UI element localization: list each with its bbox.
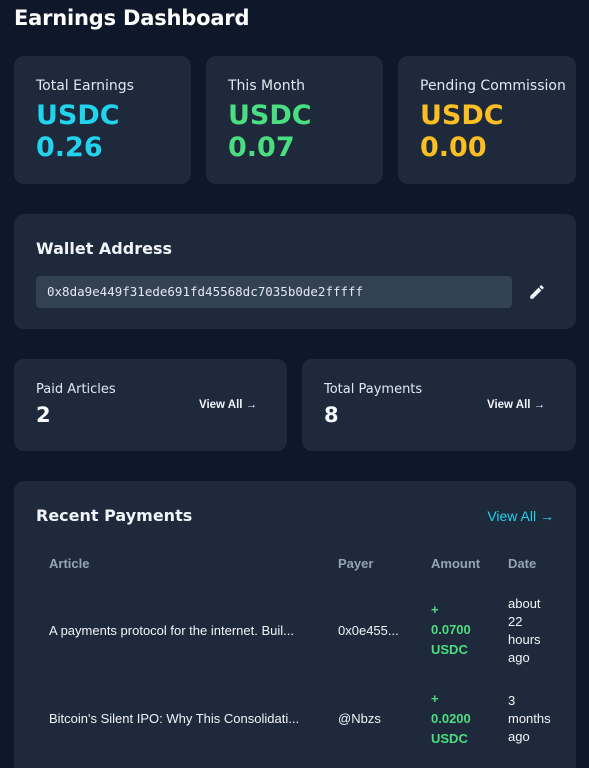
column-header-amount: Amount <box>431 556 481 571</box>
row-date-line: 3 <box>508 693 516 708</box>
stat-currency: USDC <box>36 100 120 131</box>
stat-amount: 0.07 <box>228 132 295 163</box>
total-payments-label: Total Payments <box>324 382 423 397</box>
row-date-line: ago <box>508 729 530 744</box>
total-payments-view-all-link[interactable]: View All → <box>487 399 545 411</box>
row-payer: 0x0e455... <box>338 623 399 638</box>
paid-articles-label: Paid Articles <box>36 382 116 397</box>
wallet-address-field[interactable]: 0x8da9e449f31ede691fd45568dc7035b0de2fff… <box>36 276 512 308</box>
stat-label: This Month <box>228 78 305 94</box>
row-amount-currency: USDC <box>431 731 468 746</box>
column-header-payer: Payer <box>338 556 374 571</box>
recent-payments-title: Recent Payments <box>36 506 193 525</box>
row-date: about 22 hours ago <box>508 595 541 667</box>
row-article-title[interactable]: Bitcoin's Silent IPO: Why This Consolida… <box>49 711 307 726</box>
row-amount-value: 0.0700 <box>431 622 471 637</box>
row-date-line: months <box>508 711 551 726</box>
wallet-card: Wallet Address 0x8da9e449f31ede691fd4556… <box>14 214 576 329</box>
column-header-date: Date <box>508 556 537 571</box>
row-payer: @Nbzs <box>338 711 381 726</box>
paid-articles-view-all-link[interactable]: View All → <box>199 399 257 411</box>
page-title: Earnings Dashboard <box>14 6 250 30</box>
stat-value: USDC 0.00 <box>420 100 504 164</box>
stat-currency: USDC <box>420 100 504 131</box>
row-date-line: about <box>508 596 541 611</box>
paid-articles-count: 2 <box>36 403 51 427</box>
total-payments-count: 8 <box>324 403 339 427</box>
row-date-line: ago <box>508 650 530 665</box>
row-amount-value: 0.0200 <box>431 711 471 726</box>
stat-amount: 0.00 <box>420 132 487 163</box>
total-payments-card: Total Payments 8 View All → <box>302 359 576 451</box>
row-amount: + 0.0200 USDC <box>431 689 471 749</box>
row-date: 3 months ago <box>508 692 551 746</box>
stat-card-total-earnings: Total Earnings USDC 0.26 <box>14 56 191 184</box>
row-amount-sign: + <box>431 602 439 617</box>
row-article-title[interactable]: A payments protocol for the internet. Bu… <box>49 623 307 638</box>
stat-value: USDC 0.26 <box>36 100 120 164</box>
stat-label: Pending Commission <box>420 78 566 94</box>
stat-amount: 0.26 <box>36 132 103 163</box>
stat-currency: USDC <box>228 100 312 131</box>
row-amount-currency: USDC <box>431 642 468 657</box>
recent-payments-card: Recent Payments View All → Article Payer… <box>14 481 576 768</box>
pencil-icon[interactable] <box>528 283 546 301</box>
stat-card-this-month: This Month USDC 0.07 <box>206 56 383 184</box>
stat-value: USDC 0.07 <box>228 100 312 164</box>
wallet-title: Wallet Address <box>36 239 172 258</box>
row-amount-sign: + <box>431 691 439 706</box>
column-header-article: Article <box>49 556 90 571</box>
recent-payments-view-all-link[interactable]: View All → <box>487 508 554 524</box>
paid-articles-card: Paid Articles 2 View All → <box>14 359 287 451</box>
row-date-line: hours <box>508 632 541 647</box>
row-amount: + 0.0700 USDC <box>431 600 471 660</box>
row-date-line: 22 <box>508 614 523 629</box>
stat-label: Total Earnings <box>36 78 134 94</box>
stat-card-pending-commission: Pending Commission USDC 0.00 <box>398 56 576 184</box>
